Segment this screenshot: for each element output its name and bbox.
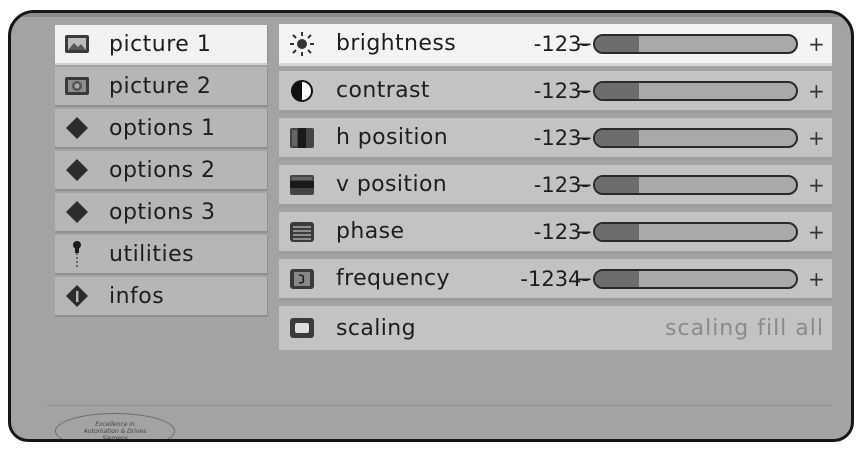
setting-row-frequency[interactable]: frequency -1234- − + <box>279 259 832 301</box>
menu-item-label: options 3 <box>109 199 216 225</box>
scaling-value[interactable]: scaling fill all <box>665 316 824 341</box>
diamond-icon <box>63 116 91 140</box>
setting-row-h-position[interactable]: h position -123- − + <box>279 118 832 160</box>
increase-button[interactable]: + <box>808 267 825 291</box>
setting-row-v-position[interactable]: v position -123- − + <box>279 165 832 207</box>
slider-track[interactable] <box>593 81 798 101</box>
setting-label: contrast <box>336 78 430 103</box>
increase-button[interactable]: + <box>808 32 825 56</box>
menu-item-label: picture 1 <box>109 31 212 57</box>
decrease-button[interactable]: − <box>575 79 593 103</box>
wrench-icon <box>63 241 91 267</box>
setting-label: brightness <box>336 31 457 56</box>
slider-track[interactable] <box>593 269 798 289</box>
decrease-button[interactable]: − <box>575 32 593 56</box>
slider-fill <box>595 130 640 146</box>
menu-item-label: options 1 <box>109 115 216 141</box>
contrast-icon <box>287 78 317 104</box>
picture-icon <box>63 32 91 56</box>
increase-button[interactable]: + <box>808 126 825 150</box>
slider-fill <box>595 36 640 52</box>
v-position-icon <box>287 172 317 198</box>
setting-label: phase <box>336 219 405 244</box>
decrease-button[interactable]: − <box>575 126 593 150</box>
sun-icon <box>287 31 317 57</box>
setting-label: scaling <box>336 315 416 341</box>
increase-button[interactable]: + <box>808 173 825 197</box>
setting-row-scaling[interactable]: scaling scaling fill all <box>279 306 832 350</box>
setting-row-phase[interactable]: phase -123- − + <box>279 212 832 254</box>
slider-fill <box>595 224 640 240</box>
menu-item-options-3[interactable]: options 3 <box>55 193 268 233</box>
menu-item-label: picture 2 <box>109 73 212 99</box>
menu-item-label: utilities <box>109 241 195 267</box>
slider-track[interactable] <box>593 175 798 195</box>
menu-item-infos[interactable]: infos <box>55 277 268 317</box>
footer-divider <box>47 405 831 406</box>
siemens-logo: Excellence in Automation & Drives Siemen… <box>55 413 175 439</box>
slider-fill <box>595 271 640 287</box>
menu-item-picture-2[interactable]: picture 2 <box>55 67 268 107</box>
decrease-button[interactable]: − <box>575 267 593 291</box>
diamond-icon <box>63 200 91 224</box>
phase-icon <box>287 219 317 245</box>
slider-track[interactable] <box>593 34 798 54</box>
slider-fill <box>595 177 640 193</box>
frequency-icon <box>287 266 317 292</box>
setting-label: h position <box>336 125 449 150</box>
picture-2-icon <box>63 74 91 98</box>
setting-label: v position <box>336 172 448 197</box>
diamond-icon <box>63 158 91 182</box>
info-icon <box>63 284 91 308</box>
menu-item-options-2[interactable]: options 2 <box>55 151 268 191</box>
menu-item-label: options 2 <box>109 157 216 183</box>
menu-item-options-1[interactable]: options 1 <box>55 109 268 149</box>
slider-track[interactable] <box>593 222 798 242</box>
increase-button[interactable]: + <box>808 79 825 103</box>
increase-button[interactable]: + <box>808 220 825 244</box>
menu-item-utilities[interactable]: utilities <box>55 235 268 275</box>
menu-item-picture-1[interactable]: picture 1 <box>55 25 268 65</box>
setting-row-contrast[interactable]: contrast -123- − + <box>279 71 832 113</box>
decrease-button[interactable]: − <box>575 173 593 197</box>
menu-item-label: infos <box>109 283 165 309</box>
h-position-icon <box>287 125 317 151</box>
scaling-icon <box>287 315 317 341</box>
setting-row-brightness[interactable]: brightness -123- − + <box>279 24 832 66</box>
decrease-button[interactable]: − <box>575 220 593 244</box>
slider-fill <box>595 83 640 99</box>
setting-label: frequency <box>336 266 450 291</box>
slider-track[interactable] <box>593 128 798 148</box>
